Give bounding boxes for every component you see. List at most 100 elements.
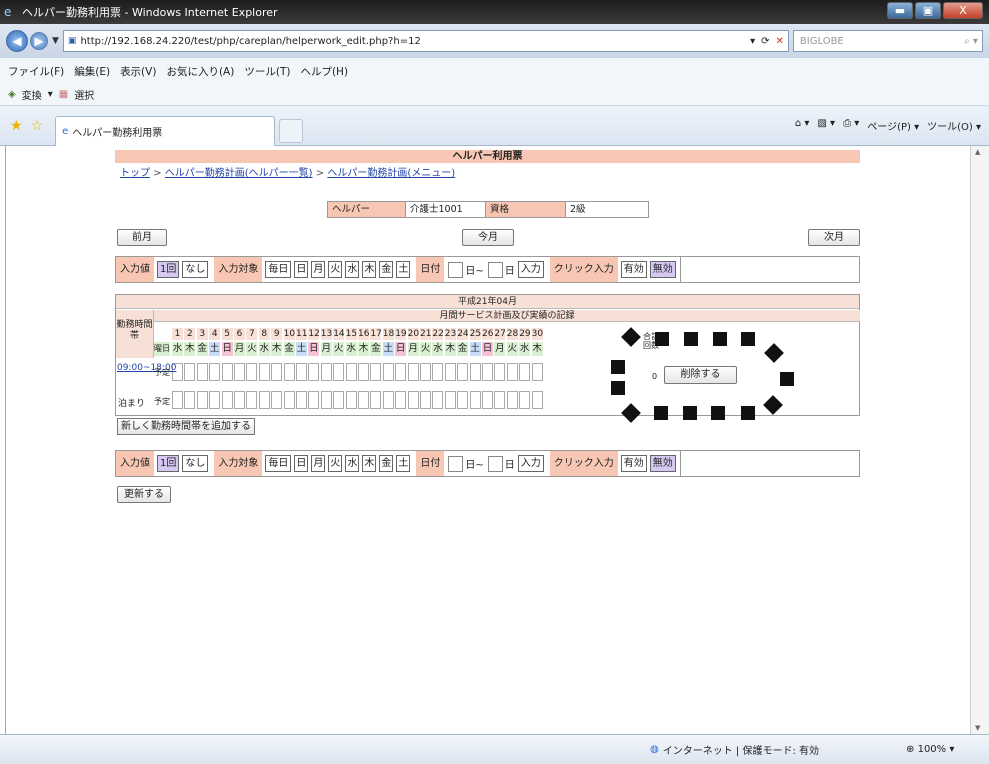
schedule-cell[interactable] bbox=[296, 391, 307, 409]
everyday-button[interactable]: 毎日 bbox=[265, 455, 292, 472]
breadcrumb-top[interactable]: トップ bbox=[120, 168, 150, 179]
prev-month-button[interactable]: 前月 bbox=[117, 229, 167, 246]
schedule-cell[interactable] bbox=[196, 363, 208, 381]
schedule-cell[interactable] bbox=[221, 363, 233, 381]
close-button[interactable]: X bbox=[943, 2, 983, 19]
schedule-cell[interactable] bbox=[370, 391, 382, 409]
dropdown-icon[interactable]: ▾ bbox=[750, 36, 755, 47]
search-input[interactable]: BIGLOBE bbox=[800, 36, 844, 47]
day-wed-button[interactable]: 水 bbox=[345, 261, 360, 278]
day-sat-button[interactable]: 土 bbox=[396, 261, 411, 278]
breadcrumb-menu[interactable]: ヘルパー勤務計画(メニュー) bbox=[327, 168, 455, 179]
schedule-cell[interactable] bbox=[308, 363, 320, 381]
refresh-icon[interactable]: ⟳ bbox=[761, 36, 769, 47]
schedule-cell[interactable] bbox=[444, 391, 456, 409]
schedule-cell[interactable] bbox=[283, 391, 295, 409]
day-thu-button[interactable]: 木 bbox=[362, 455, 377, 472]
schedule-cell[interactable] bbox=[444, 363, 456, 381]
schedule-cell[interactable] bbox=[209, 363, 221, 381]
schedule-cell[interactable] bbox=[482, 363, 493, 381]
menu-tools[interactable]: ツール(T) bbox=[244, 64, 290, 79]
schedule-cell[interactable] bbox=[420, 391, 431, 409]
schedule-cell[interactable] bbox=[506, 363, 518, 381]
schedule-cell[interactable] bbox=[258, 391, 270, 409]
schedule-cell[interactable] bbox=[519, 363, 531, 381]
schedule-cell[interactable] bbox=[494, 363, 506, 381]
dropdown-icon[interactable]: ▾ bbox=[48, 89, 53, 100]
day-sat-button[interactable]: 土 bbox=[396, 455, 411, 472]
schedule-cell[interactable] bbox=[172, 391, 183, 409]
schedule-cell[interactable] bbox=[196, 391, 208, 409]
this-month-button[interactable]: 今月 bbox=[462, 229, 514, 246]
schedule-cell[interactable] bbox=[320, 363, 332, 381]
address-url[interactable]: http://192.168.24.220/test/php/careplan/… bbox=[80, 36, 750, 47]
schedule-cell[interactable] bbox=[271, 363, 283, 381]
address-bar[interactable]: ▣ http://192.168.24.220/test/php/carepla… bbox=[62, 30, 789, 52]
schedule-cell[interactable] bbox=[531, 391, 543, 409]
vertical-scrollbar[interactable]: ▲ ▼ bbox=[970, 146, 989, 734]
scroll-down-icon[interactable]: ▼ bbox=[975, 724, 980, 732]
tools-menu[interactable]: ツール(O) ▾ bbox=[927, 118, 981, 133]
search-box[interactable]: BIGLOBE ⌕ ▾ bbox=[792, 30, 983, 52]
schedule-cell[interactable] bbox=[395, 391, 407, 409]
schedule-cell[interactable] bbox=[283, 363, 295, 381]
menu-file[interactable]: ファイル(F) bbox=[8, 64, 64, 79]
schedule-cell[interactable] bbox=[432, 363, 444, 381]
maximize-button[interactable]: ▣ bbox=[915, 2, 941, 19]
schedule-cell[interactable] bbox=[382, 363, 394, 381]
schedule-cell[interactable] bbox=[333, 363, 345, 381]
schedule-cell[interactable] bbox=[420, 363, 431, 381]
schedule-cell[interactable] bbox=[531, 363, 543, 381]
day-to-input[interactable] bbox=[487, 261, 503, 278]
schedule-cell[interactable] bbox=[395, 363, 407, 381]
schedule-cell[interactable] bbox=[320, 391, 332, 409]
schedule-cell[interactable] bbox=[258, 363, 270, 381]
day-from-input[interactable] bbox=[448, 261, 464, 278]
schedule-cell[interactable] bbox=[432, 391, 444, 409]
schedule-cell[interactable] bbox=[469, 391, 481, 409]
once-button[interactable]: 1回 bbox=[157, 261, 180, 278]
page-menu[interactable]: ページ(P) ▾ bbox=[867, 118, 919, 133]
disabled-button[interactable]: 無効 bbox=[649, 455, 676, 472]
menu-edit[interactable]: 編集(E) bbox=[74, 64, 110, 79]
forward-button[interactable]: ▶ bbox=[30, 32, 48, 50]
scroll-up-icon[interactable]: ▲ bbox=[975, 148, 980, 156]
minimize-button[interactable]: ▬ bbox=[887, 2, 913, 19]
schedule-cell[interactable] bbox=[333, 391, 345, 409]
new-tab-button[interactable] bbox=[279, 118, 304, 143]
history-dropdown-icon[interactable]: ▼ bbox=[52, 36, 59, 46]
tab-active[interactable]: e ヘルパー勤務利用票 bbox=[55, 115, 276, 146]
breadcrumb-helper-list[interactable]: ヘルパー勤務計画(ヘルパー一覧) bbox=[165, 168, 313, 179]
stop-icon[interactable]: ✕ bbox=[776, 36, 784, 47]
day-tue-button[interactable]: 火 bbox=[328, 261, 343, 278]
day-mon-button[interactable]: 月 bbox=[311, 261, 326, 278]
add-favorite-icon[interactable]: ☆ bbox=[31, 118, 44, 134]
schedule-cell[interactable] bbox=[407, 363, 419, 381]
day-sun-button[interactable]: 日 bbox=[294, 261, 309, 278]
schedule-cell[interactable] bbox=[407, 391, 419, 409]
menu-view[interactable]: 表示(V) bbox=[120, 64, 156, 79]
schedule-cell[interactable] bbox=[358, 391, 369, 409]
input-button[interactable]: 入力 bbox=[517, 455, 544, 472]
enabled-button[interactable]: 有効 bbox=[620, 261, 647, 278]
menu-help[interactable]: ヘルプ(H) bbox=[300, 64, 348, 79]
schedule-cell[interactable] bbox=[382, 391, 394, 409]
schedule-cell[interactable] bbox=[345, 363, 357, 381]
disabled-button[interactable]: 無効 bbox=[649, 261, 676, 278]
schedule-cell[interactable] bbox=[246, 391, 258, 409]
delete-row-button[interactable]: 削除する bbox=[664, 366, 737, 384]
everyday-button[interactable]: 毎日 bbox=[265, 261, 292, 278]
schedule-cell[interactable] bbox=[184, 391, 196, 409]
schedule-cell[interactable] bbox=[345, 391, 357, 409]
shift-time-link[interactable]: 09:00~18:00 bbox=[117, 363, 176, 373]
feeds-icon[interactable]: ▧ ▾ bbox=[817, 118, 835, 133]
day-tue-button[interactable]: 火 bbox=[328, 455, 343, 472]
schedule-cell[interactable] bbox=[457, 391, 469, 409]
home-icon[interactable]: ⌂ ▾ bbox=[795, 118, 810, 133]
schedule-cell[interactable] bbox=[308, 391, 320, 409]
print-icon[interactable]: ⎙ ▾ bbox=[843, 118, 859, 133]
schedule-cell[interactable] bbox=[506, 391, 518, 409]
once-button[interactable]: 1回 bbox=[157, 455, 180, 472]
none-button[interactable]: なし bbox=[182, 455, 209, 472]
search-icon[interactable]: ⌕ ▾ bbox=[964, 36, 978, 47]
